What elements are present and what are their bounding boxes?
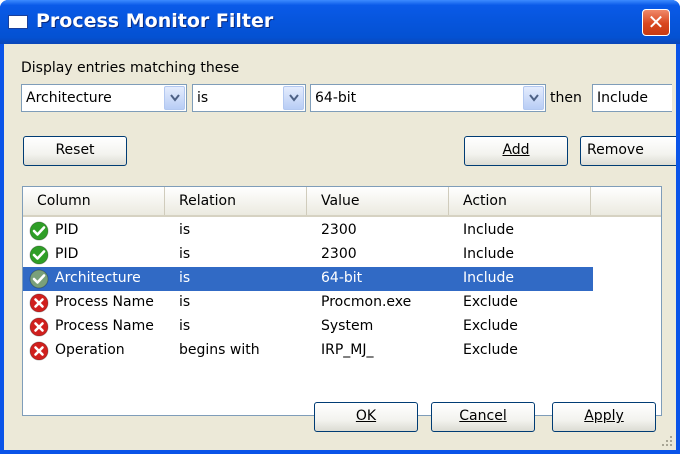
x-icon <box>29 317 49 337</box>
x-icon <box>29 341 49 361</box>
table-row[interactable]: Architecture is 64-bit Include <box>23 267 593 291</box>
cell-relation: is <box>179 222 191 238</box>
action-select[interactable]: Include <box>592 84 672 112</box>
cancel-button-label: Cancel <box>459 408 507 424</box>
cell-value: System <box>321 318 374 334</box>
dialog-body: Display entries matching these Architect… <box>4 44 676 450</box>
cell-relation: is <box>179 270 191 286</box>
value-select-value: 64-bit <box>315 90 357 106</box>
cell-value: 2300 <box>321 246 357 262</box>
check-icon <box>29 221 49 241</box>
close-button[interactable]: ✕ <box>642 9 670 36</box>
cell-relation: is <box>179 318 191 334</box>
value-select[interactable]: 64-bit <box>310 84 546 112</box>
chevron-down-icon[interactable] <box>523 86 544 110</box>
table-row[interactable]: PID is 2300 Include <box>23 243 593 267</box>
add-button-label: Add <box>502 142 530 158</box>
table-row[interactable]: Operation begins with IRP_MJ_ Exclude <box>23 339 593 363</box>
cell-column: PID <box>55 246 79 262</box>
column-header-relation[interactable]: Relation <box>165 187 307 215</box>
window-icon <box>8 15 28 29</box>
remove-button[interactable]: Remove <box>580 136 676 166</box>
list-header: Column Relation Value Action <box>23 187 661 217</box>
window-title: Process Monitor Filter <box>36 10 274 32</box>
filter-list[interactable]: Column Relation Value Action PID is 2300 In… <box>22 186 662 416</box>
table-row[interactable]: Process Name is Procmon.exe Exclude <box>23 291 593 315</box>
close-icon: ✕ <box>647 10 665 34</box>
cancel-button[interactable]: Cancel <box>431 402 535 432</box>
title-bar[interactable]: Process Monitor Filter ✕ <box>0 0 680 44</box>
chevron-down-icon[interactable] <box>164 86 185 110</box>
table-row[interactable]: PID is 2300 Include <box>23 219 593 243</box>
cell-relation: begins with <box>179 342 260 358</box>
column-select-value: Architecture <box>26 90 112 106</box>
resize-grip-icon[interactable] <box>660 434 674 448</box>
cell-action: Exclude <box>463 294 518 310</box>
cell-action: Include <box>463 246 514 262</box>
cell-action: Exclude <box>463 318 518 334</box>
column-select[interactable]: Architecture <box>21 84 187 112</box>
cell-relation: is <box>179 246 191 262</box>
cell-column: PID <box>55 222 79 238</box>
cell-action: Include <box>463 222 514 238</box>
x-icon <box>29 293 49 313</box>
apply-button-label: Apply <box>584 408 624 424</box>
table-row[interactable]: Process Name is System Exclude <box>23 315 593 339</box>
ok-button-label: OK <box>355 408 377 424</box>
filter-label: Display entries matching these <box>21 60 240 76</box>
column-header-value[interactable]: Value <box>307 187 449 215</box>
relation-select[interactable]: is <box>192 84 306 112</box>
column-header-column[interactable]: Column <box>23 187 165 215</box>
cell-column: Operation <box>55 342 125 358</box>
cell-value: 2300 <box>321 222 357 238</box>
check-icon <box>29 269 49 289</box>
cell-value: IRP_MJ_ <box>321 342 374 358</box>
cell-action: Exclude <box>463 342 518 358</box>
column-header-action[interactable]: Action <box>449 187 591 215</box>
cell-column: Architecture <box>55 270 141 286</box>
cell-column: Process Name <box>55 294 154 310</box>
cell-value: Procmon.exe <box>321 294 412 310</box>
ok-button[interactable]: OK <box>314 402 418 432</box>
reset-button[interactable]: Reset <box>23 136 127 166</box>
cell-relation: is <box>179 294 191 310</box>
cell-value: 64-bit <box>321 270 363 286</box>
cell-action: Include <box>463 270 514 286</box>
then-label: then <box>550 90 582 106</box>
remove-button-label: Remove <box>587 142 644 158</box>
chevron-down-icon[interactable] <box>283 86 304 110</box>
add-button[interactable]: Add <box>464 136 568 166</box>
check-icon <box>29 245 49 265</box>
dialog-window: Process Monitor Filter ✕ Display entries… <box>0 0 680 454</box>
action-select-value: Include <box>597 90 648 106</box>
relation-select-value: is <box>197 90 209 106</box>
apply-button[interactable]: Apply <box>552 402 656 432</box>
cell-column: Process Name <box>55 318 154 334</box>
